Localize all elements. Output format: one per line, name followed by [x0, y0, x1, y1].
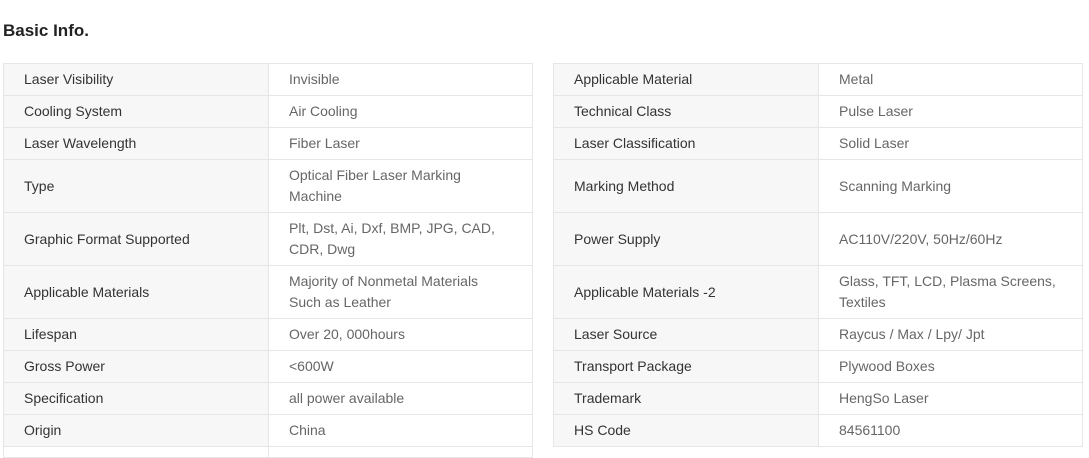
spec-label: Gross Power: [3, 350, 269, 383]
spec-value: Plywood Boxes: [818, 350, 1083, 383]
spec-value: HengSo Laser: [818, 382, 1083, 415]
table-row: Applicable Material Metal: [553, 63, 1083, 96]
table-row: Power Supply AC110V/220V, 50Hz/60Hz: [553, 212, 1083, 266]
spec-value: Plt, Dst, Ai, Dxf, BMP, JPG, CAD, CDR, D…: [268, 212, 533, 266]
spec-label: HS Code: [553, 414, 819, 447]
table-row: Trademark HengSo Laser: [553, 382, 1083, 415]
basic-info-table-left: Laser Visibility Invisible Cooling Syste…: [3, 63, 533, 458]
spec-label: Laser Source: [553, 318, 819, 351]
spec-value: Raycus / Max / Lpy/ Jpt: [818, 318, 1083, 351]
table-row: Marking Method Scanning Marking: [553, 159, 1083, 213]
spec-value: Invisible: [268, 63, 533, 96]
spec-label: Power Supply: [553, 212, 819, 266]
spec-value: <600W: [268, 350, 533, 383]
table-row: HS Code 84561100: [553, 414, 1083, 447]
spec-value: China: [268, 414, 533, 447]
spec-label: Laser Visibility: [3, 63, 269, 96]
spec-value: Glass, TFT, LCD, Plasma Screens, Textile…: [818, 265, 1083, 319]
spec-label: Specification: [3, 382, 269, 415]
table-row-empty: [3, 446, 533, 458]
spec-value: Pulse Laser: [818, 95, 1083, 128]
table-row: Laser Source Raycus / Max / Lpy/ Jpt: [553, 318, 1083, 351]
table-row: Graphic Format Supported Plt, Dst, Ai, D…: [3, 212, 533, 266]
empty-cell: [3, 446, 269, 458]
table-row: Applicable Materials Majority of Nonmeta…: [3, 265, 533, 319]
table-row: Laser Classification Solid Laser: [553, 127, 1083, 160]
table-row: Origin China: [3, 414, 533, 447]
spec-value: Fiber Laser: [268, 127, 533, 160]
table-row: Laser Wavelength Fiber Laser: [3, 127, 533, 160]
spec-label: Applicable Materials -2: [553, 265, 819, 319]
spec-value: Scanning Marking: [818, 159, 1083, 213]
spec-label: Laser Wavelength: [3, 127, 269, 160]
spec-value: Over 20, 000hours: [268, 318, 533, 351]
spec-label: Cooling System: [3, 95, 269, 128]
spec-label: Transport Package: [553, 350, 819, 383]
spec-value: Solid Laser: [818, 127, 1083, 160]
spec-value: Metal: [818, 63, 1083, 96]
spec-label: Type: [3, 159, 269, 213]
spec-label: Applicable Materials: [3, 265, 269, 319]
spec-label: Technical Class: [553, 95, 819, 128]
basic-info-table-right: Applicable Material Metal Technical Clas…: [553, 63, 1083, 447]
spec-value: Optical Fiber Laser Marking Machine: [268, 159, 533, 213]
table-row: Cooling System Air Cooling: [3, 95, 533, 128]
spec-label: Applicable Material: [553, 63, 819, 96]
spec-label: Graphic Format Supported: [3, 212, 269, 266]
empty-cell: [268, 446, 533, 458]
table-row: Laser Visibility Invisible: [3, 63, 533, 96]
spec-value: all power available: [268, 382, 533, 415]
spec-value: 84561100: [818, 414, 1083, 447]
spec-label: Marking Method: [553, 159, 819, 213]
table-row: Applicable Materials -2 Glass, TFT, LCD,…: [553, 265, 1083, 319]
table-row: Lifespan Over 20, 000hours: [3, 318, 533, 351]
table-row: Gross Power <600W: [3, 350, 533, 383]
spec-label: Trademark: [553, 382, 819, 415]
spec-value: Air Cooling: [268, 95, 533, 128]
section-title: Basic Info.: [3, 21, 89, 40]
table-row: Specification all power available: [3, 382, 533, 415]
spec-label: Laser Classification: [553, 127, 819, 160]
spec-label: Origin: [3, 414, 269, 447]
spec-label: Lifespan: [3, 318, 269, 351]
spec-value: Majority of Nonmetal Materials Such as L…: [268, 265, 533, 319]
spec-value: AC110V/220V, 50Hz/60Hz: [818, 212, 1083, 266]
table-row: Type Optical Fiber Laser Marking Machine: [3, 159, 533, 213]
table-row: Transport Package Plywood Boxes: [553, 350, 1083, 383]
table-row: Technical Class Pulse Laser: [553, 95, 1083, 128]
